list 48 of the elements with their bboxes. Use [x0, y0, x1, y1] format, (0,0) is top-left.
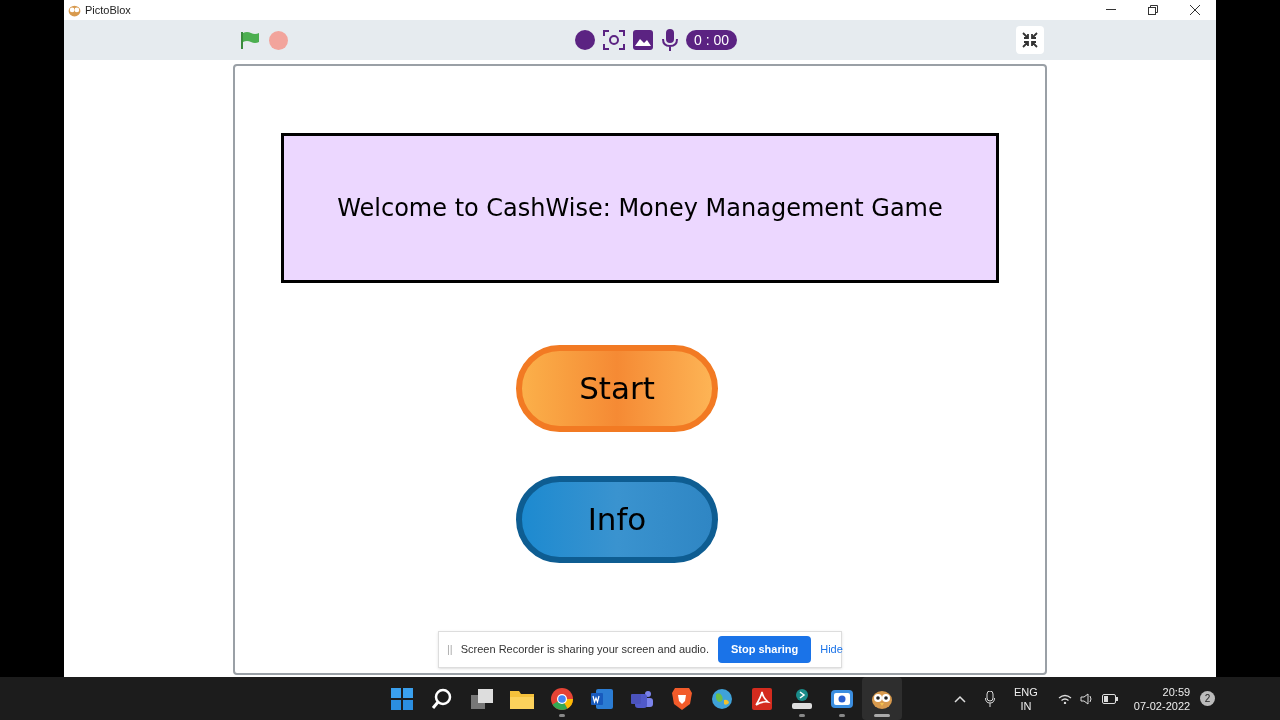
minimize-icon — [1106, 9, 1116, 11]
screenshot-button[interactable] — [602, 29, 625, 51]
globe-icon — [711, 687, 733, 710]
windows-logo-icon — [391, 687, 413, 710]
flag-button[interactable] — [240, 30, 260, 50]
microphone-icon — [985, 690, 995, 707]
image-button[interactable] — [632, 29, 653, 50]
stop-sharing-button[interactable]: Stop sharing — [717, 636, 812, 663]
camera-frame-icon — [602, 30, 625, 50]
chevron-up-icon — [954, 694, 966, 703]
wifi-icon — [1057, 693, 1072, 704]
clock-time: 20:59 — [1162, 684, 1191, 699]
microphone-icon — [662, 29, 678, 51]
search-icon — [431, 687, 453, 710]
owl-app-icon — [68, 3, 81, 17]
record-screen-icon — [831, 689, 853, 708]
document-app-icon — [591, 688, 613, 709]
pdf-app-icon — [752, 687, 772, 710]
speaker-icon — [1079, 692, 1094, 705]
game-button[interactable]: Start — [516, 345, 718, 432]
taskbar-app[interactable] — [862, 677, 902, 720]
record-button[interactable] — [575, 30, 595, 50]
restore-icon — [1148, 5, 1158, 15]
folder-icon — [510, 688, 534, 709]
microphone-button[interactable] — [662, 29, 678, 51]
drag-handle: || — [447, 642, 453, 658]
people-app-icon — [631, 688, 653, 709]
windows-stack-icon — [471, 688, 493, 709]
flag-icon — [241, 31, 259, 49]
game-button[interactable]: Info — [516, 476, 718, 563]
share-message: Screen Recorder is sharing your screen and audio. — [460, 642, 709, 658]
timer: 0 : 00 — [686, 30, 738, 50]
microphone-status-button[interactable] — [982, 688, 998, 709]
disk-app-icon — [791, 687, 813, 710]
hide-button[interactable]: Hide — [820, 641, 843, 658]
window-title: PictoBlox — [85, 2, 131, 18]
image-icon — [632, 29, 653, 50]
lion-shield-icon — [672, 687, 692, 710]
banner-title: Welcome to CashWise: Money Management Game — [337, 193, 943, 224]
shrink-button[interactable] — [1016, 26, 1044, 54]
browser-icon — [551, 687, 573, 710]
close-icon — [1190, 5, 1200, 15]
language-label[interactable]: ENG — [1014, 684, 1038, 699]
region-label[interactable]: IN — [1020, 698, 1032, 713]
notification-count[interactable]: 2 — [1200, 691, 1216, 706]
battery-icon — [1101, 693, 1118, 704]
shrink-icon — [1022, 32, 1038, 48]
clock-date: 07-02-2022 — [1133, 698, 1191, 713]
